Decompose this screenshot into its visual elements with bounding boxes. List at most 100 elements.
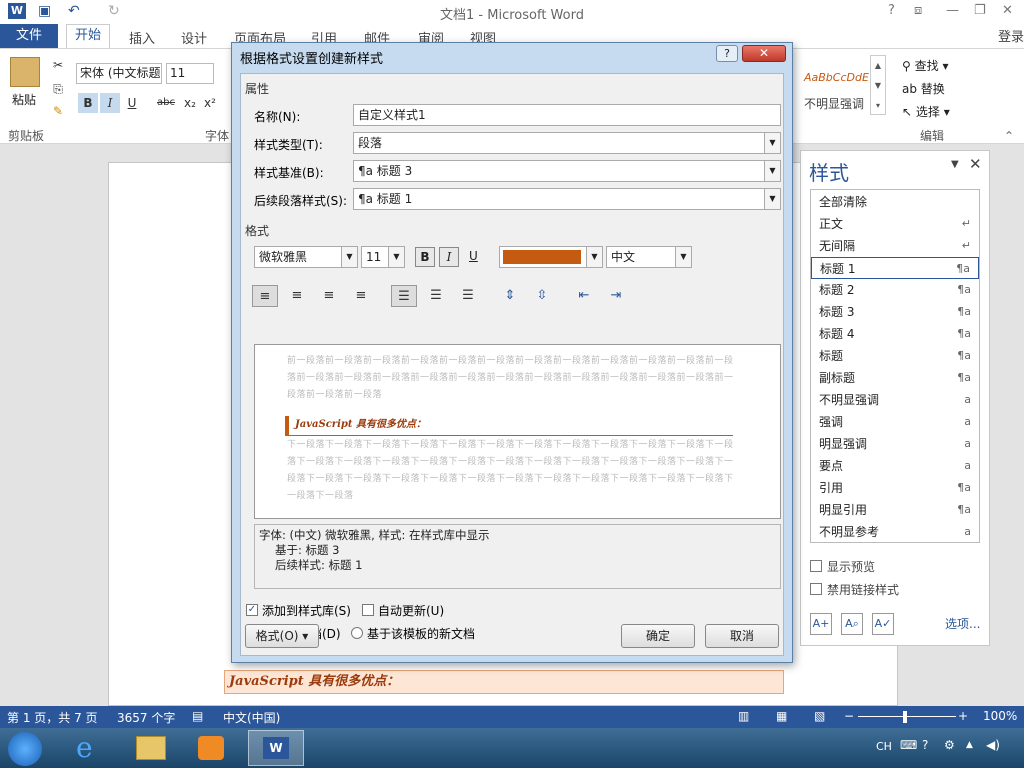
collapse-ribbon-icon[interactable]: ⌃ bbox=[1004, 129, 1014, 143]
language-indicator[interactable]: 中文(中国) bbox=[223, 709, 280, 726]
bold-button[interactable]: B bbox=[415, 247, 435, 267]
name-input[interactable]: 自定义样式1 bbox=[353, 104, 781, 126]
style-item[interactable]: 引用 ¶a bbox=[811, 477, 979, 499]
underline-button[interactable]: U bbox=[122, 93, 142, 113]
copy-icon[interactable]: ⎘ bbox=[48, 79, 68, 99]
word-count[interactable]: 3657 个字 bbox=[117, 709, 175, 726]
tray-language[interactable]: CH bbox=[876, 740, 892, 753]
restore-icon[interactable]: ❐ bbox=[974, 3, 986, 18]
align-center-icon[interactable]: ≡ bbox=[284, 285, 310, 307]
underline-button[interactable]: U bbox=[469, 249, 478, 263]
style-gallery-name[interactable]: 不明显强调 bbox=[804, 95, 864, 112]
select-button[interactable]: ↖ 选择 ▾ bbox=[902, 103, 950, 120]
style-item[interactable]: 标题 2 ¶a bbox=[811, 279, 979, 301]
chevron-down-icon[interactable]: ▼ bbox=[764, 161, 780, 181]
next-style-select[interactable]: ¶a 标题 1 ▼ bbox=[353, 188, 781, 210]
style-item[interactable]: 无间隔 ↵ bbox=[811, 235, 979, 257]
single-spacing-icon[interactable]: ☰ bbox=[391, 285, 417, 307]
font-size-box[interactable]: 11 bbox=[166, 63, 214, 84]
chevron-down-icon[interactable]: ▼ bbox=[388, 247, 404, 267]
chevron-down-icon[interactable]: ▼ bbox=[586, 247, 602, 267]
style-gallery-preview[interactable]: AaBbCcDdE bbox=[804, 71, 869, 84]
font-select[interactable]: 微软雅黑 ▼ bbox=[254, 246, 358, 268]
proofing-icon[interactable]: ▤ bbox=[192, 709, 203, 723]
align-left-icon[interactable]: ≡ bbox=[252, 285, 278, 307]
help-icon[interactable]: ? bbox=[888, 3, 895, 18]
volume-icon[interactable]: ◀) bbox=[986, 738, 1000, 752]
style-item[interactable]: 副标题 ¶a bbox=[811, 367, 979, 389]
style-item[interactable]: 标题 ¶a bbox=[811, 345, 979, 367]
disable-linked-checkbox[interactable] bbox=[810, 583, 822, 595]
style-item[interactable]: 全部清除 bbox=[811, 191, 979, 213]
strikethrough-button[interactable]: abc bbox=[156, 93, 176, 113]
new-style-icon[interactable]: A+ bbox=[810, 613, 832, 635]
increase-indent-icon[interactable]: ⇥ bbox=[603, 285, 629, 307]
page-count[interactable]: 第 1 页，共 7 页 bbox=[7, 709, 98, 726]
style-item[interactable]: 标题 4 ¶a bbox=[811, 323, 979, 345]
style-item[interactable]: 要点 a bbox=[811, 455, 979, 477]
subscript-button[interactable]: x₂ bbox=[180, 93, 200, 113]
chevron-down-icon[interactable]: ▼ bbox=[341, 247, 357, 267]
type-select[interactable]: 段落 ▼ bbox=[353, 132, 781, 154]
show-preview-checkbox[interactable] bbox=[810, 560, 822, 572]
ok-button[interactable]: 确定 bbox=[621, 624, 695, 648]
zoom-slider-handle[interactable] bbox=[903, 711, 907, 723]
zoom-level[interactable]: 100% bbox=[983, 709, 1017, 723]
add-to-gallery-checkbox[interactable]: ✓ bbox=[246, 604, 258, 616]
chevron-down-icon[interactable]: ▼ bbox=[764, 189, 780, 209]
manage-styles-icon[interactable]: A✓ bbox=[872, 613, 894, 635]
style-inspector-icon[interactable]: A⌕ bbox=[841, 613, 863, 635]
tray-help-icon[interactable]: ? bbox=[922, 738, 928, 752]
close-icon[interactable]: ✕ bbox=[1002, 3, 1013, 18]
one-half-spacing-icon[interactable]: ☰ bbox=[423, 285, 449, 307]
style-item[interactable]: 标题 3 ¶a bbox=[811, 301, 979, 323]
style-item[interactable]: 不明显强调 a bbox=[811, 389, 979, 411]
ribbon-display-icon[interactable]: ⧈ bbox=[914, 3, 922, 18]
auto-update-checkbox[interactable] bbox=[362, 604, 374, 616]
cancel-button[interactable]: 取消 bbox=[705, 624, 779, 648]
style-item[interactable]: 不明显参考 a bbox=[811, 521, 979, 543]
tray-settings-icon[interactable]: ⚙ bbox=[944, 738, 955, 752]
script-select[interactable]: 中文 ▼ bbox=[606, 246, 692, 268]
chevron-down-icon[interactable]: ▼ bbox=[675, 247, 691, 267]
format-painter-icon[interactable]: ✎ bbox=[48, 101, 68, 121]
web-layout-icon[interactable]: ▧ bbox=[814, 709, 825, 723]
replace-button[interactable]: ab 替换 bbox=[902, 80, 945, 97]
double-spacing-icon[interactable]: ☰ bbox=[455, 285, 481, 307]
read-mode-icon[interactable]: ▥ bbox=[738, 709, 749, 723]
document-heading-line[interactable]: JavaScript 具有很多优点： bbox=[224, 670, 784, 694]
superscript-button[interactable]: x² bbox=[200, 93, 220, 113]
format-menu-button[interactable]: 格式(O) ▾ bbox=[245, 624, 319, 648]
font-name-box[interactable]: 宋体 (中文标题 bbox=[76, 63, 162, 84]
style-item[interactable]: 明显强调 a bbox=[811, 433, 979, 455]
options-link[interactable]: 选项... bbox=[945, 615, 980, 632]
font-color-select[interactable]: ▼ bbox=[499, 246, 603, 268]
paste-icon[interactable] bbox=[10, 57, 40, 87]
chevron-down-icon[interactable]: ▼ bbox=[764, 133, 780, 153]
print-layout-icon[interactable]: ▦ bbox=[776, 709, 787, 723]
paste-label[interactable]: 粘贴 bbox=[12, 91, 36, 108]
cut-icon[interactable]: ✂ bbox=[48, 55, 68, 75]
ie-icon[interactable]: e bbox=[76, 731, 93, 764]
bold-button[interactable]: B bbox=[78, 93, 98, 113]
space-before-icon[interactable]: ⇕ bbox=[497, 285, 523, 307]
style-gallery-scroll[interactable]: ▲ ▼ ▾ bbox=[870, 55, 886, 115]
tab-insert[interactable]: 插入 bbox=[129, 28, 155, 47]
tab-home[interactable]: 开始 bbox=[66, 24, 110, 49]
dialog-close-button[interactable]: ✕ bbox=[742, 45, 786, 62]
pane-options-icon[interactable]: ▼ bbox=[951, 159, 959, 170]
tab-file[interactable]: 文件 bbox=[0, 24, 58, 48]
justify-icon[interactable]: ≡ bbox=[348, 285, 374, 307]
zoom-out-icon[interactable]: − bbox=[844, 709, 854, 723]
align-right-icon[interactable]: ≡ bbox=[316, 285, 342, 307]
pane-close-icon[interactable]: ✕ bbox=[969, 155, 982, 173]
login-link[interactable]: 登录 bbox=[998, 26, 1024, 45]
new-docs-template-radio[interactable] bbox=[351, 627, 363, 639]
start-button[interactable] bbox=[8, 732, 42, 766]
style-item-selected[interactable]: 标题 1 ¶a bbox=[811, 257, 979, 279]
explorer-icon[interactable] bbox=[136, 736, 166, 760]
tab-design[interactable]: 设计 bbox=[181, 28, 207, 47]
dialog-help-button[interactable]: ? bbox=[716, 45, 738, 62]
keyboard-icon[interactable]: ⌨ bbox=[900, 738, 917, 752]
size-select[interactable]: 11 ▼ bbox=[361, 246, 405, 268]
